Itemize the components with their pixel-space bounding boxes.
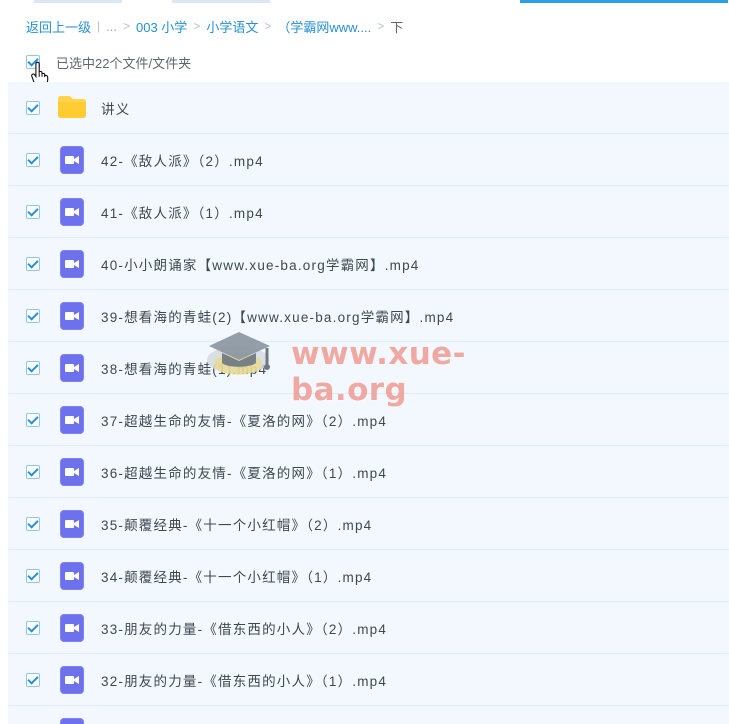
breadcrumb-item[interactable]: （学霸网www....: [277, 17, 371, 36]
graduation-cap-icon: [207, 332, 270, 375]
top-tab-remnant: [172, 0, 270, 3]
file-name[interactable]: 42-《敌人派》（2）.mp4: [101, 150, 264, 170]
watermark: www.xue-ba.org: [201, 326, 523, 408]
breadcrumb-separator: >: [377, 19, 385, 33]
video-file-icon: [60, 406, 84, 434]
file-row[interactable]: [8, 706, 729, 724]
file-name[interactable]: 40-小小朗诵家【www.xue-ba.org学霸网】.mp4: [101, 254, 420, 274]
video-file-icon: [60, 198, 84, 226]
top-tab-remnant: [520, 0, 728, 3]
row-checkbox[interactable]: [26, 101, 40, 115]
row-checkbox[interactable]: [26, 621, 40, 635]
row-checkbox[interactable]: [26, 413, 40, 427]
video-file-icon: [60, 354, 84, 382]
file-row[interactable]: 40-小小朗诵家【www.xue-ba.org学霸网】.mp4: [8, 238, 729, 290]
video-file-icon: [60, 510, 84, 538]
video-file-icon: [60, 614, 84, 642]
file-row[interactable]: 36-超越生命的友情-《夏洛的网》（1）.mp4: [8, 446, 729, 498]
row-checkbox[interactable]: [26, 153, 40, 167]
video-file-icon: [60, 250, 84, 278]
breadcrumb-current: 下: [390, 19, 404, 35]
file-browser: 返回上一级 | ... > 003 小学 > 小学语文 > （学霸网www...…: [0, 0, 729, 724]
watermark-text: www.xue-ba.org: [291, 336, 466, 408]
video-file-icon: [60, 718, 84, 724]
file-name[interactable]: 35-颠覆经典-《十一个小红帽》（2）.mp4: [101, 514, 372, 534]
breadcrumb-separator: |: [97, 19, 101, 33]
folder-icon: [58, 96, 86, 118]
file-name[interactable]: 32-朋友的力量-《借东西的小人》（1）.mp4: [101, 670, 387, 690]
breadcrumb-item[interactable]: 小学语文: [206, 17, 258, 36]
top-tab-remnant: [34, 0, 122, 3]
video-file-icon: [60, 666, 84, 694]
breadcrumb-separator: >: [264, 19, 272, 33]
file-row[interactable]: 35-颠覆经典-《十一个小红帽》（2）.mp4: [8, 498, 729, 550]
file-name[interactable]: 37-超越生命的友情-《夏洛的网》（2）.mp4: [101, 410, 387, 430]
selection-count-label: 已选中22个文件/文件夹: [56, 55, 192, 71]
row-checkbox[interactable]: [26, 673, 40, 687]
selection-bar: 已选中22个文件/文件夹: [26, 52, 191, 72]
row-checkbox[interactable]: [26, 569, 40, 583]
file-row[interactable]: 33-朋友的力量-《借东西的小人》（2）.mp4: [8, 602, 729, 654]
video-file-icon: [60, 562, 84, 590]
video-file-icon: [60, 146, 84, 174]
file-row[interactable]: 32-朋友的力量-《借东西的小人》（1）.mp4: [8, 654, 729, 706]
back-link[interactable]: 返回上一级: [26, 17, 91, 36]
file-name[interactable]: 39-想看海的青蛙(2)【www.xue-ba.org学霸网】.mp4: [101, 306, 454, 326]
video-file-icon: [60, 302, 84, 330]
breadcrumb-item[interactable]: 003 小学: [136, 17, 187, 36]
file-row[interactable]: 讲义: [8, 82, 729, 134]
file-row[interactable]: 42-《敌人派》（2）.mp4: [8, 134, 729, 186]
breadcrumb-separator: >: [122, 19, 130, 33]
video-file-icon: [60, 458, 84, 486]
file-name[interactable]: 讲义: [101, 98, 130, 118]
file-name[interactable]: 41-《敌人派》（1）.mp4: [101, 202, 264, 222]
breadcrumb: 返回上一级 | ... > 003 小学 > 小学语文 > （学霸网www...…: [26, 16, 403, 36]
file-name[interactable]: 36-超越生命的友情-《夏洛的网》（1）.mp4: [101, 462, 387, 482]
row-checkbox[interactable]: [26, 361, 40, 375]
row-checkbox[interactable]: [26, 309, 40, 323]
file-row[interactable]: 34-颠覆经典-《十一个小红帽》（1）.mp4: [8, 550, 729, 602]
row-checkbox[interactable]: [26, 205, 40, 219]
row-checkbox[interactable]: [26, 257, 40, 271]
file-name[interactable]: 34-颠覆经典-《十一个小红帽》（1）.mp4: [101, 566, 372, 586]
breadcrumb-separator: >: [193, 19, 201, 33]
breadcrumb-ellipsis: ...: [106, 18, 117, 34]
file-name[interactable]: 33-朋友的力量-《借东西的小人》（2）.mp4: [101, 618, 387, 638]
file-row[interactable]: 41-《敌人派》（1）.mp4: [8, 186, 729, 238]
row-checkbox[interactable]: [26, 517, 40, 531]
row-checkbox[interactable]: [26, 465, 40, 479]
